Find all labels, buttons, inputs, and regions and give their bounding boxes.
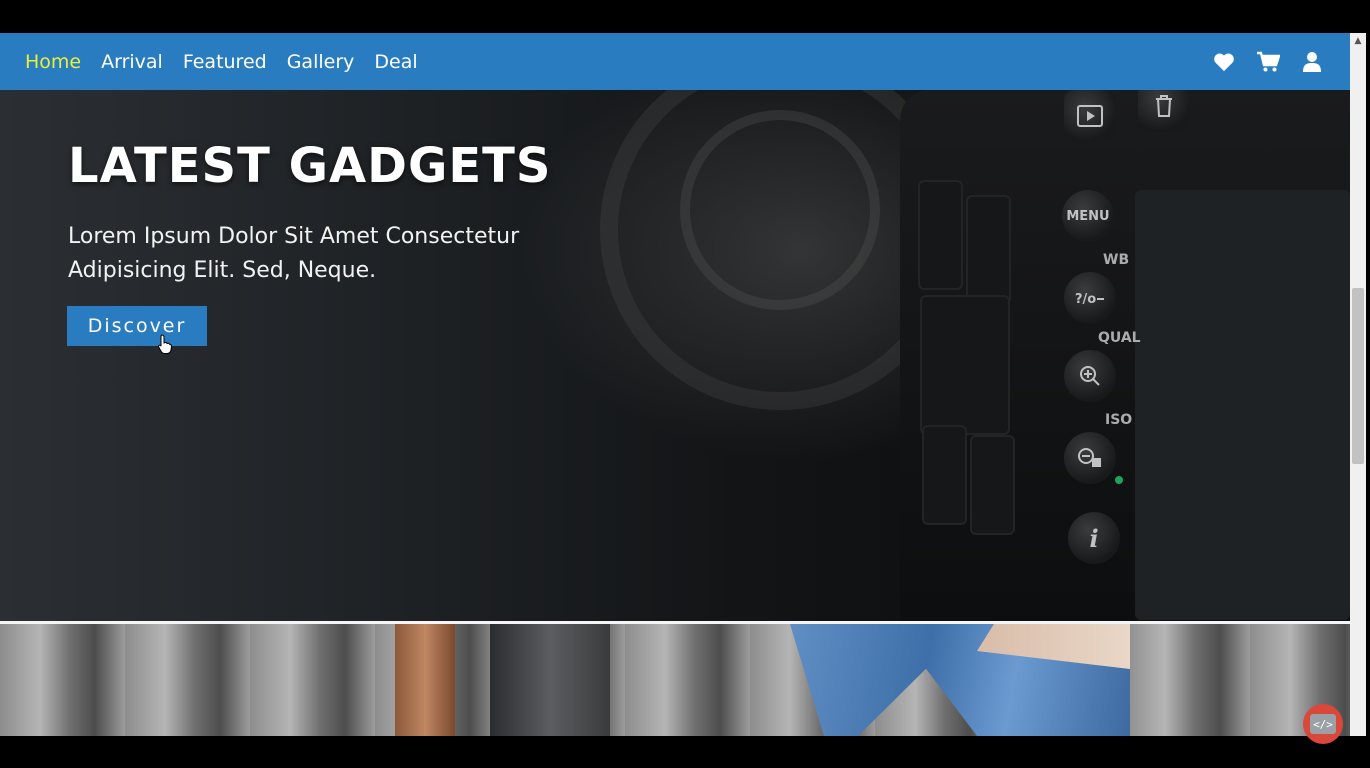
camera-menu-button-graphic: MENU xyxy=(1062,190,1114,242)
camera-panel-graphic xyxy=(920,295,1010,435)
camera-play-icon xyxy=(1064,90,1116,142)
letterbox-bottom xyxy=(0,736,1370,768)
letterbox-top xyxy=(0,0,1370,33)
camera-wb-label: WB xyxy=(1103,252,1130,268)
camera-zoom-out-icon xyxy=(1064,432,1116,484)
cart-icon[interactable] xyxy=(1256,50,1280,74)
hand-cursor-icon xyxy=(158,334,172,354)
nav-icons xyxy=(1212,50,1325,74)
background-stripe-graphic xyxy=(395,624,455,736)
camera-panel-graphic xyxy=(966,195,1011,305)
nav-link-gallery[interactable]: Gallery xyxy=(287,51,355,73)
camera-qual-label: QUAL xyxy=(1098,330,1141,346)
svg-text:?/o: ?/o xyxy=(1075,292,1096,306)
code-badge-button[interactable]: </> xyxy=(1303,704,1343,744)
camera-iso-label: ISO xyxy=(1105,412,1133,428)
camera-lens-inner-graphic xyxy=(680,110,880,310)
code-icon: </> xyxy=(1310,714,1336,734)
camera-info-button-graphic: i xyxy=(1068,512,1120,564)
user-icon[interactable] xyxy=(1300,50,1324,74)
background-stripe-graphic xyxy=(490,624,610,736)
camera-panel-graphic xyxy=(922,425,967,525)
hero-banner: MENU WB ?/o QUAL ISO i LATEST GADGETS Lo… xyxy=(0,90,1350,621)
hero-subtitle: Lorem Ipsum Dolor Sit Amet Consectetur A… xyxy=(68,224,520,283)
camera-panel-graphic xyxy=(970,435,1015,535)
scrollbar-thumb[interactable] xyxy=(1352,288,1364,464)
camera-menu-label: MENU xyxy=(1066,208,1110,224)
camera-led-indicator xyxy=(1115,476,1123,484)
camera-protect-icon: ?/o xyxy=(1064,272,1116,324)
arrival-section-preview xyxy=(0,624,1350,736)
camera-trash-icon xyxy=(1138,90,1190,132)
page-viewport: Home Arrival Featured Gallery Deal MENU … xyxy=(0,33,1350,736)
nav-links: Home Arrival Featured Gallery Deal xyxy=(25,51,418,73)
heart-icon[interactable] xyxy=(1212,50,1236,74)
code-badge-label: </> xyxy=(1313,717,1333,731)
camera-panel-graphic xyxy=(918,180,963,290)
main-navbar: Home Arrival Featured Gallery Deal xyxy=(0,33,1350,90)
camera-zoom-in-icon xyxy=(1064,350,1116,402)
camera-screen-graphic xyxy=(1135,190,1350,620)
nav-link-arrival[interactable]: Arrival xyxy=(101,51,163,73)
nav-link-featured[interactable]: Featured xyxy=(183,51,267,73)
hero-title: LATEST GADGETS xyxy=(68,138,552,194)
nav-link-home[interactable]: Home xyxy=(25,51,81,73)
scrollbar-up-arrow-icon[interactable]: ▲ xyxy=(1352,36,1364,46)
camera-info-label: i xyxy=(1089,523,1099,553)
discover-button[interactable]: Discover xyxy=(67,306,207,346)
nav-link-deal[interactable]: Deal xyxy=(374,51,417,73)
